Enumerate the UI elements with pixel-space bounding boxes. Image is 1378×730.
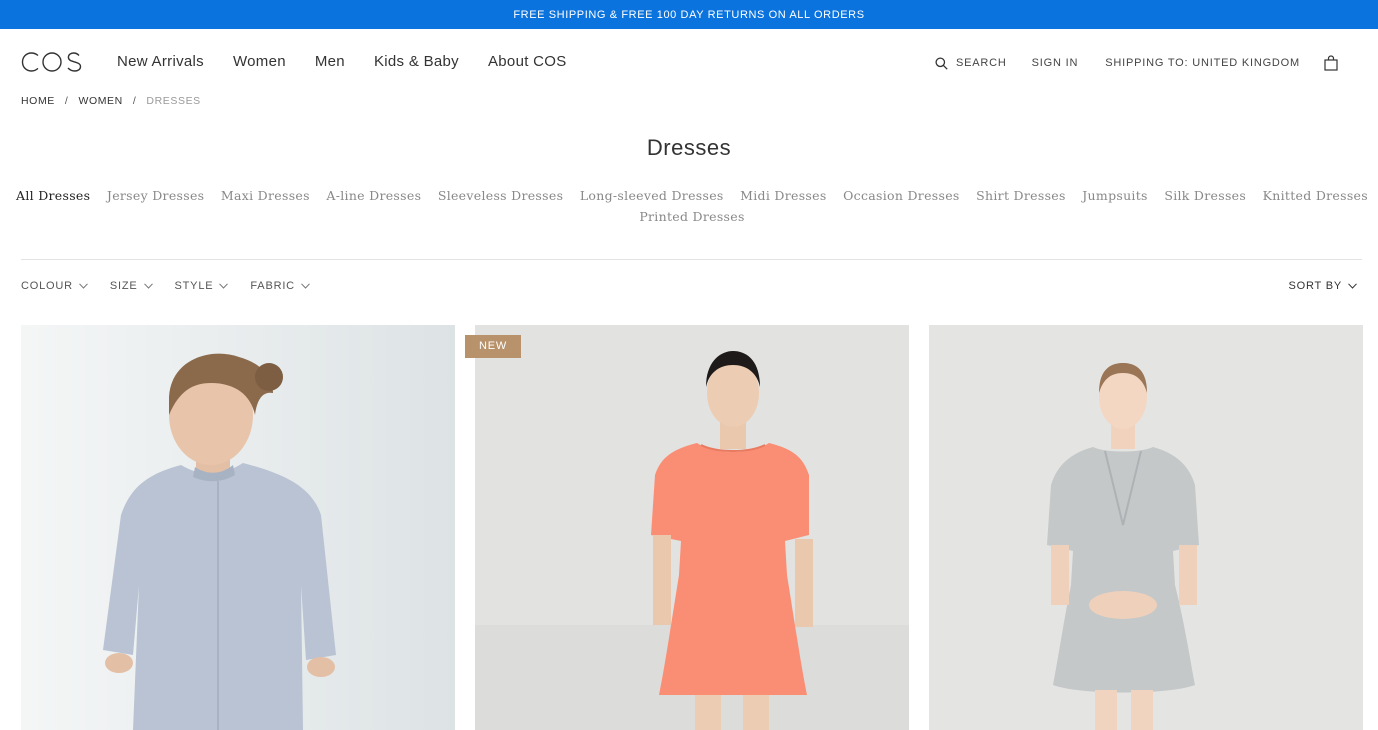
category-maxi-dresses[interactable]: Maxi Dresses [221, 188, 310, 203]
search-icon [935, 56, 948, 70]
main-nav: New Arrivals Women Men Kids & Baby About… [117, 53, 567, 70]
filter-style[interactable]: STYLE [175, 280, 229, 292]
category-occasion-dresses[interactable]: Occasion Dresses [843, 188, 960, 203]
product-card[interactable] [929, 325, 1363, 730]
chevron-down-icon [301, 283, 310, 289]
nav-kids-baby[interactable]: Kids & Baby [374, 53, 459, 70]
filter-colour[interactable]: COLOUR [21, 280, 88, 292]
category-printed-dresses[interactable]: Printed Dresses [639, 209, 744, 224]
category-nav: All Dresses Jersey Dresses Maxi Dresses … [16, 188, 1368, 224]
category-shirt-dresses[interactable]: Shirt Dresses [976, 188, 1066, 203]
filter-style-label: STYLE [174, 280, 214, 292]
promo-text: FREE SHIPPING & FREE 100 DAY RETURNS ON … [513, 8, 865, 21]
filter-size-label: SIZE [109, 280, 138, 292]
site-header: New Arrivals Women Men Kids & Baby About… [0, 29, 1378, 95]
chevron-down-icon [143, 283, 153, 289]
chevron-down-icon [1348, 283, 1357, 289]
breadcrumb-women[interactable]: WOMEN [78, 95, 122, 107]
filter-size[interactable]: SIZE [110, 280, 153, 292]
product-grid: NEW [21, 325, 1363, 730]
nav-new-arrivals[interactable]: New Arrivals [117, 53, 204, 70]
category-jumpsuits[interactable]: Jumpsuits [1082, 188, 1148, 203]
sort-by-dropdown[interactable]: SORT BY [1289, 280, 1358, 292]
category-knitted-dresses[interactable]: Knitted Dresses [1263, 188, 1368, 203]
category-sleeveless-dresses[interactable]: Sleeveless Dresses [438, 188, 563, 203]
utility-nav: SEARCH SIGN IN SHIPPING TO: UNITED KINGD… [935, 55, 1378, 71]
product-image [475, 325, 909, 730]
breadcrumb-separator: / [64, 95, 69, 107]
page-title: Dresses [646, 135, 732, 160]
search-button[interactable]: SEARCH [935, 56, 1007, 70]
shipping-country-selector[interactable]: SHIPPING TO: UNITED KINGDOM [1105, 57, 1300, 69]
nav-about[interactable]: About COS [488, 53, 567, 70]
shipping-label: SHIPPING TO: UNITED KINGDOM [1105, 57, 1300, 69]
filter-colour-label: COLOUR [21, 280, 73, 292]
category-jersey-dresses[interactable]: Jersey Dresses [107, 188, 204, 203]
product-card[interactable]: NEW [465, 325, 909, 730]
promo-banner: FREE SHIPPING & FREE 100 DAY RETURNS ON … [0, 0, 1378, 29]
cos-logo[interactable] [21, 51, 83, 73]
category-long-sleeved-dresses[interactable]: Long-sleeved Dresses [580, 188, 724, 203]
filter-fabric-label: FABRIC [250, 280, 295, 292]
nav-women[interactable]: Women [233, 53, 286, 70]
chevron-down-icon [219, 283, 229, 289]
category-all-dresses[interactable]: All Dresses [16, 188, 90, 203]
nav-men[interactable]: Men [315, 53, 345, 70]
breadcrumb-home[interactable]: HOME [21, 95, 55, 107]
bag-icon[interactable] [1324, 55, 1338, 71]
category-midi-dresses[interactable]: Midi Dresses [740, 188, 826, 203]
category-silk-dresses[interactable]: Silk Dresses [1164, 188, 1246, 203]
breadcrumb-separator: / [132, 95, 137, 107]
filter-fabric[interactable]: FABRIC [250, 280, 310, 292]
search-label: SEARCH [956, 57, 1007, 69]
breadcrumb-dresses: DRESSES [146, 95, 201, 107]
sign-in-label: SIGN IN [1031, 57, 1079, 69]
divider [21, 259, 1362, 260]
product-card[interactable] [21, 325, 455, 730]
breadcrumb: HOME / WOMEN / DRESSES [21, 95, 201, 107]
category-a-line-dresses[interactable]: A-line Dresses [326, 188, 421, 203]
filter-bar: COLOUR SIZE STYLE FABRIC [21, 280, 310, 292]
new-badge: NEW [465, 335, 522, 358]
product-image [21, 325, 455, 730]
chevron-down-icon [79, 283, 88, 289]
sort-by-label: SORT BY [1288, 280, 1342, 292]
sign-in-link[interactable]: SIGN IN [1032, 57, 1079, 69]
product-image [929, 325, 1363, 730]
